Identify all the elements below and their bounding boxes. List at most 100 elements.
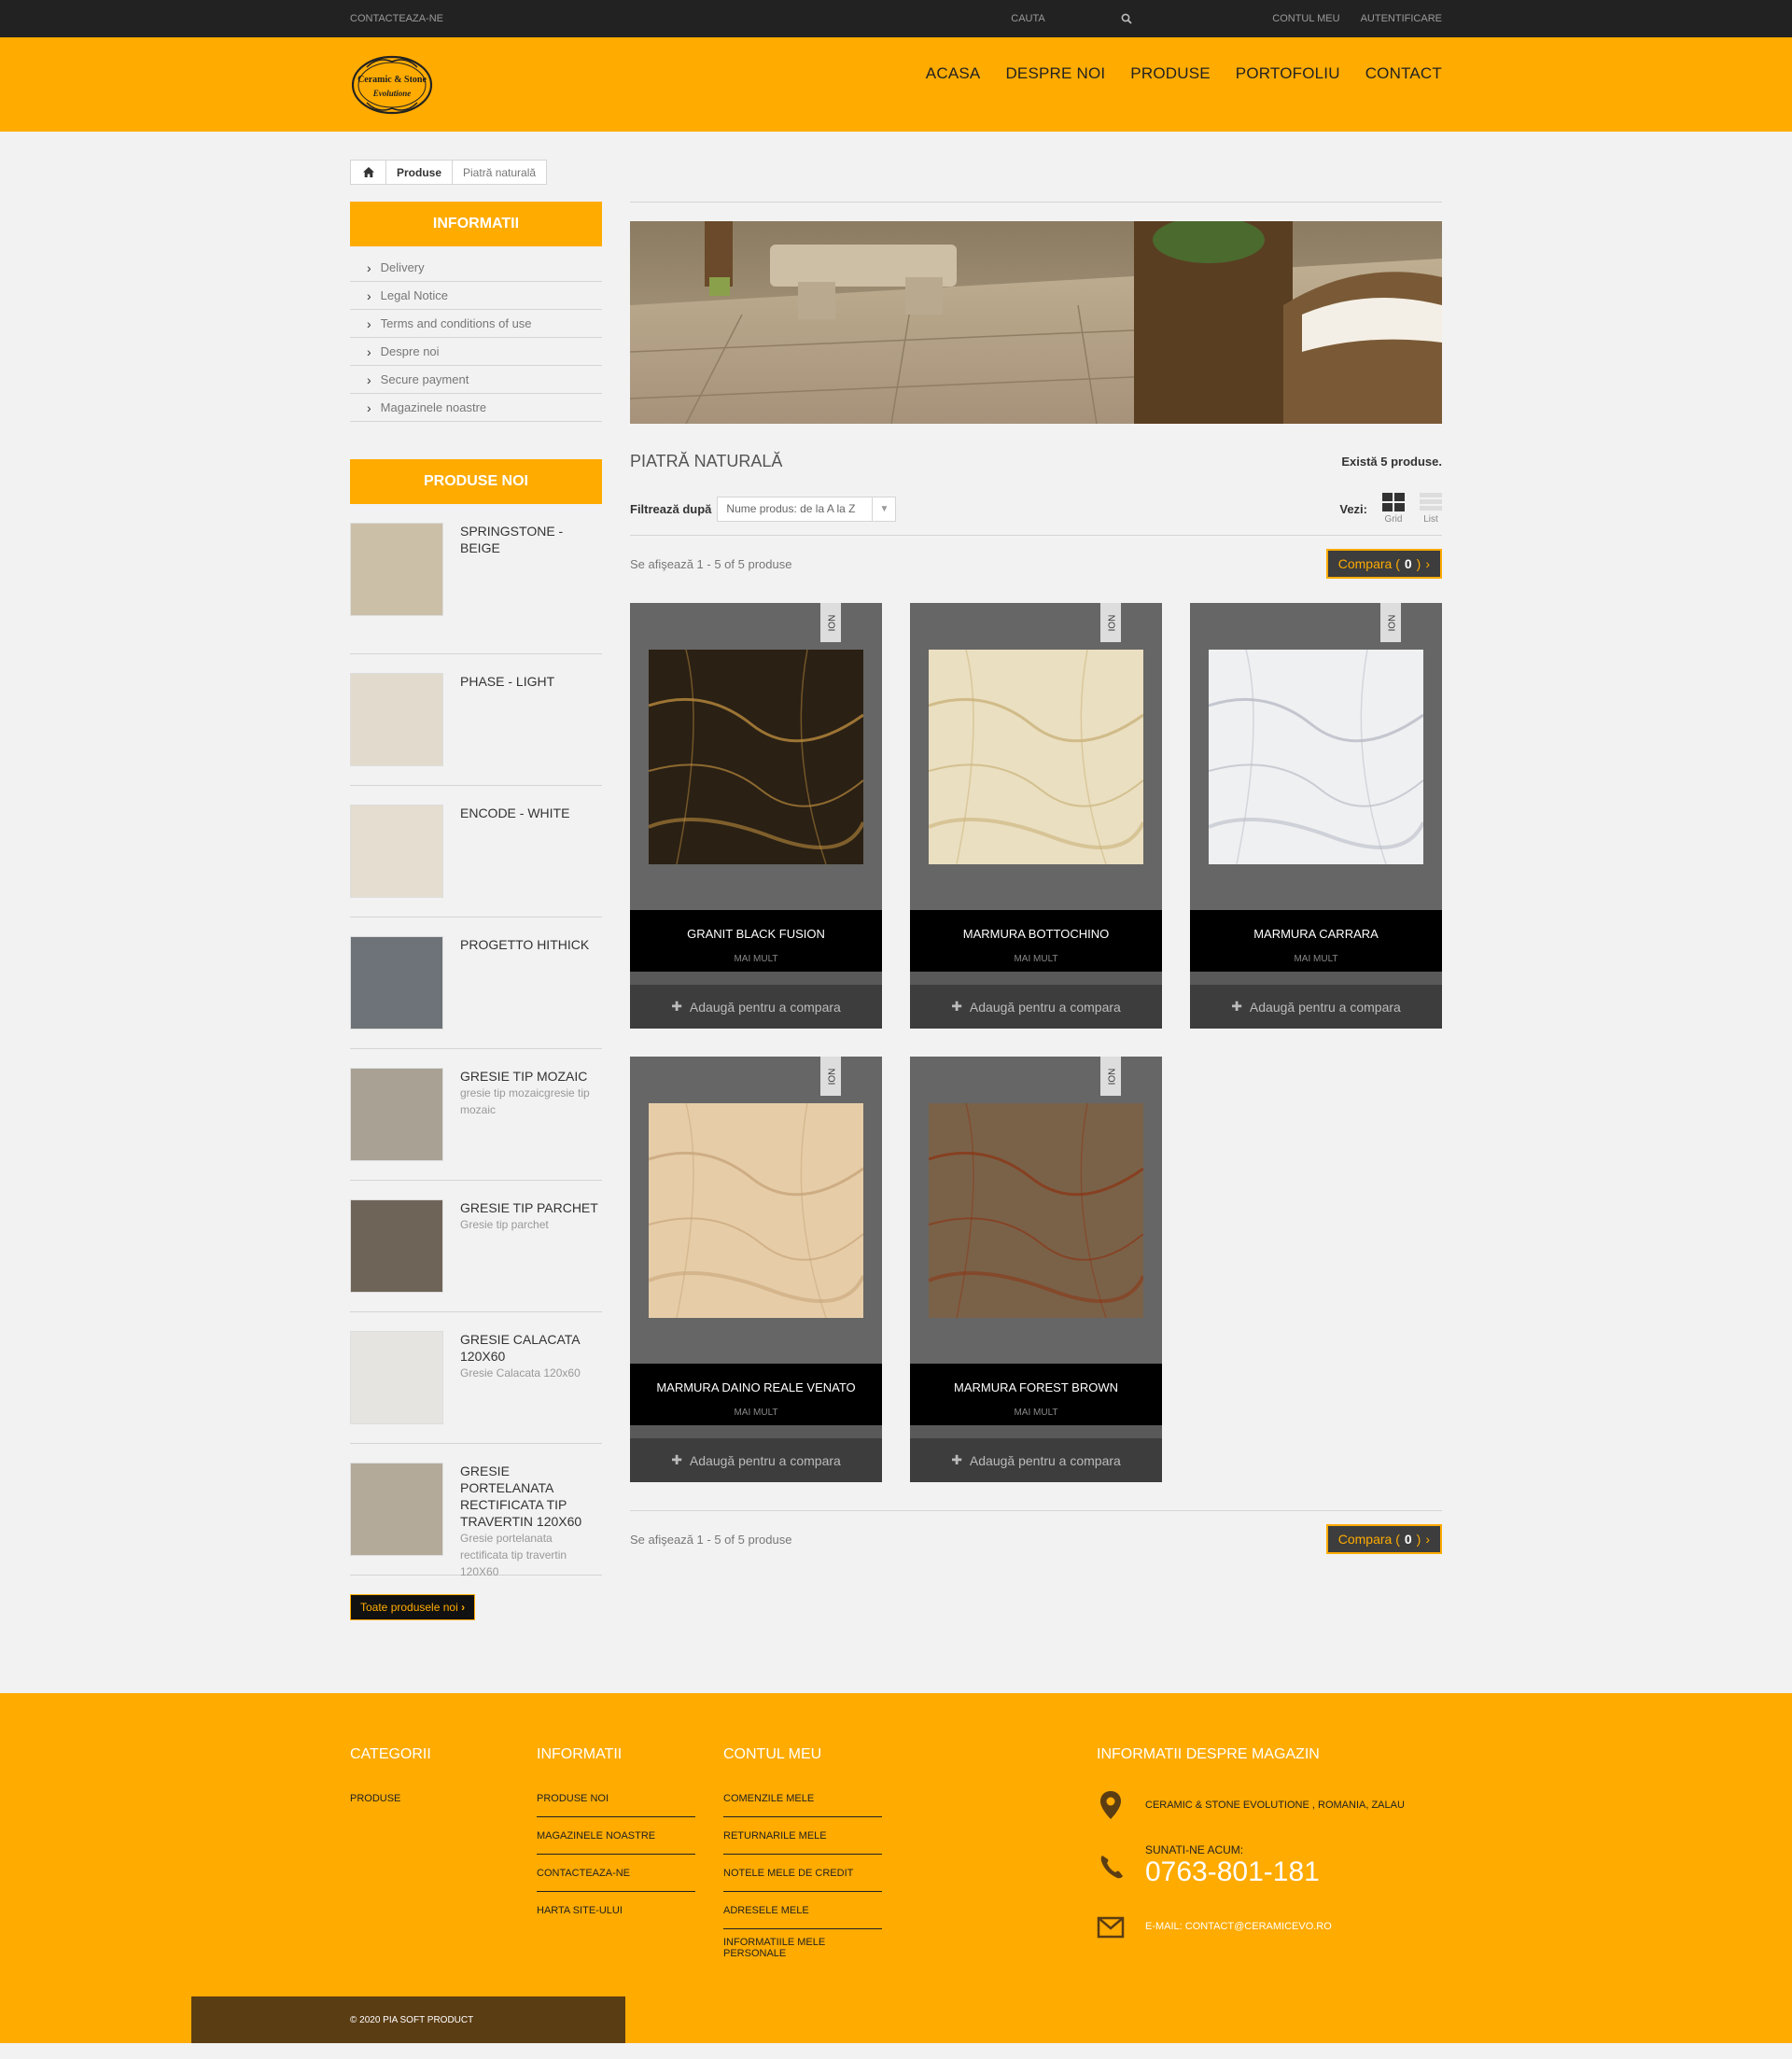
footer-link[interactable]: COMENZILE MELE bbox=[723, 1780, 882, 1817]
more-link[interactable]: MAI MULT bbox=[630, 1408, 882, 1418]
footer-store-title: INFORMATII DESPRE MAGAZIN bbox=[1097, 1746, 1320, 1762]
product-name[interactable]: GRANIT BLACK FUSION bbox=[630, 910, 882, 941]
new-product-item[interactable]: GRESIE PORTELANATA RECTIFICATA TIP TRAVE… bbox=[350, 1444, 602, 1578]
product-image[interactable] bbox=[649, 1103, 863, 1318]
new-product-name[interactable]: PROGETTO HITHICK bbox=[460, 936, 589, 953]
breadcrumb: Produse Piatră naturală bbox=[350, 160, 548, 185]
footer-link[interactable]: RETURNARILE MELE bbox=[723, 1817, 882, 1855]
product-card: NOI GRANIT BLACK FUSION MAI MULT ✚ Adaugă pe… bbox=[630, 603, 882, 1029]
footer-link[interactable]: HARTA SITE-ULUI bbox=[537, 1892, 695, 1929]
chevron-down-icon[interactable]: ▼ bbox=[872, 497, 895, 521]
new-product-item[interactable]: ENCODE - WHITE bbox=[350, 786, 602, 917]
new-product-name[interactable]: GRESIE TIP PARCHET bbox=[460, 1199, 598, 1216]
info-item[interactable]: Secure payment bbox=[350, 366, 602, 394]
view-grid-button[interactable]: Grid bbox=[1382, 493, 1405, 525]
footer-link[interactable]: CONTACTEAZA-NE bbox=[537, 1855, 695, 1892]
add-to-compare-button[interactable]: ✚ Adaugă pentru a compara bbox=[910, 1438, 1162, 1482]
page-title: PIATRĂ NATURALĂ bbox=[630, 452, 783, 470]
new-product-item[interactable]: PHASE - LIGHT bbox=[350, 654, 602, 786]
plus-icon: ✚ bbox=[951, 999, 962, 1014]
compare-button[interactable]: Compara (0) › bbox=[1325, 549, 1442, 579]
nav-despre-noi[interactable]: DESPRE NOI bbox=[1005, 64, 1105, 83]
nav-contact[interactable]: CONTACT bbox=[1365, 64, 1442, 83]
view-list-button[interactable]: List bbox=[1420, 493, 1442, 525]
top-contact-link[interactable]: CONTACTEAZA-NE bbox=[350, 13, 1011, 24]
new-product-name[interactable]: GRESIE PORTELANATA RECTIFICATA TIP TRAVE… bbox=[460, 1463, 602, 1530]
search-box[interactable]: CAUTA bbox=[1011, 13, 1132, 24]
more-link[interactable]: MAI MULT bbox=[630, 954, 882, 964]
info-item[interactable]: Terms and conditions of use bbox=[350, 310, 602, 338]
footer-link[interactable]: ADRESELE MELE bbox=[723, 1892, 882, 1929]
new-product-thumbnail[interactable] bbox=[350, 1463, 443, 1556]
footer-link[interactable]: PRODUSE NOI bbox=[537, 1780, 695, 1817]
search-input[interactable]: CAUTA bbox=[1011, 13, 1044, 24]
product-card: NOI MARMURA FOREST BROWN MAI MULT ✚ Adaugă p… bbox=[910, 1057, 1162, 1482]
product-card: NOI MARMURA CARRARA MAI MULT ✚ Adaugă pentru… bbox=[1190, 603, 1442, 1029]
new-product-thumbnail[interactable] bbox=[350, 1068, 443, 1161]
info-item[interactable]: Legal Notice bbox=[350, 282, 602, 310]
new-product-thumbnail[interactable] bbox=[350, 673, 443, 766]
product-image[interactable] bbox=[929, 1103, 1143, 1318]
new-product-name[interactable]: PHASE - LIGHT bbox=[460, 673, 554, 690]
info-item[interactable]: Despre noi bbox=[350, 338, 602, 366]
new-product-item[interactable]: PROGETTO HITHICK bbox=[350, 917, 602, 1049]
banner-image bbox=[630, 221, 1442, 424]
product-name[interactable]: MARMURA CARRARA bbox=[1190, 910, 1442, 941]
add-to-compare-button[interactable]: ✚ Adaugă pentru a compara bbox=[910, 985, 1162, 1029]
product-name[interactable]: MARMURA FOREST BROWN bbox=[910, 1364, 1162, 1394]
add-to-compare-button[interactable]: ✚ Adaugă pentru a compara bbox=[630, 985, 882, 1029]
new-product-thumbnail[interactable] bbox=[350, 523, 443, 616]
login-link[interactable]: AUTENTIFICARE bbox=[1361, 13, 1442, 24]
call-label: SUNATI-NE ACUM: bbox=[1145, 1843, 1244, 1856]
showing-text: Se afişează 1 - 5 of 5 produse bbox=[630, 1532, 792, 1547]
compare-button[interactable]: Compara (0) › bbox=[1325, 1524, 1442, 1554]
add-to-compare-button[interactable]: ✚ Adaugă pentru a compara bbox=[1190, 985, 1442, 1029]
footer-link[interactable]: INFORMATIILE MELE PERSONALE bbox=[723, 1929, 882, 1967]
add-to-compare-label: Adaugă pentru a compara bbox=[969, 999, 1121, 1015]
info-item[interactable]: Delivery bbox=[350, 254, 602, 282]
footer-link[interactable]: PRODUSE bbox=[350, 1780, 509, 1817]
more-link[interactable]: MAI MULT bbox=[1190, 954, 1442, 964]
new-product-desc: gresie tip mozaicgresie tip mozaic bbox=[460, 1086, 590, 1116]
nav-acasa[interactable]: ACASA bbox=[926, 64, 981, 83]
store-phone[interactable]: 0763-801-181 bbox=[1145, 1856, 1320, 1888]
footer-link[interactable]: NOTELE MELE DE CREDIT bbox=[723, 1855, 882, 1892]
new-product-thumbnail[interactable] bbox=[350, 1199, 443, 1293]
add-to-compare-button[interactable]: ✚ Adaugă pentru a compara bbox=[630, 1438, 882, 1482]
nav-portofoliu[interactable]: PORTOFOLIU bbox=[1236, 64, 1340, 83]
site-logo[interactable]: Ceramic & Stone Evolutione bbox=[350, 52, 434, 118]
sort-select[interactable]: Nume produs: de la A la Z ▼ bbox=[717, 496, 897, 522]
new-product-name[interactable]: ENCODE - WHITE bbox=[460, 805, 569, 821]
footer-link[interactable]: MAGAZINELE NOASTRE bbox=[537, 1817, 695, 1855]
breadcrumb-home[interactable] bbox=[351, 161, 386, 184]
sort-select-value: Nume produs: de la A la Z bbox=[726, 502, 856, 515]
new-product-name[interactable]: SPRINGSTONE - BEIGE bbox=[460, 523, 602, 556]
map-pin-icon bbox=[1100, 1791, 1121, 1819]
compare-close: ) bbox=[1416, 1532, 1421, 1547]
new-product-item[interactable]: GRESIE TIP PARCHET Gresie tip parchet bbox=[350, 1181, 602, 1312]
new-product-thumbnail[interactable] bbox=[350, 936, 443, 1030]
new-product-item[interactable]: SPRINGSTONE - BEIGE bbox=[350, 523, 602, 654]
main-nav: ACASA DESPRE NOI PRODUSE PORTOFOLIU CONT… bbox=[926, 64, 1442, 83]
plus-icon: ✚ bbox=[671, 999, 682, 1014]
info-item[interactable]: Magazinele noastre bbox=[350, 394, 602, 422]
new-product-thumbnail[interactable] bbox=[350, 1331, 443, 1424]
new-product-item[interactable]: GRESIE TIP MOZAIC gresie tip mozaicgresie… bbox=[350, 1049, 602, 1181]
new-product-item[interactable]: GRESIE CALACATA 120X60 Gresie Calacata 12… bbox=[350, 1312, 602, 1444]
product-image[interactable] bbox=[649, 650, 863, 864]
product-image[interactable] bbox=[929, 650, 1143, 864]
product-name[interactable]: MARMURA BOTTOCHINO bbox=[910, 910, 1162, 941]
new-product-name[interactable]: GRESIE CALACATA 120X60 bbox=[460, 1331, 602, 1365]
breadcrumb-produse[interactable]: Produse bbox=[386, 161, 454, 184]
all-new-products-button[interactable]: Toate produsele noi › bbox=[350, 1594, 476, 1620]
store-email[interactable]: E-MAIL: CONTACT@CERAMICEVO.RO bbox=[1145, 1921, 1332, 1932]
nav-produse[interactable]: PRODUSE bbox=[1130, 64, 1210, 83]
search-icon[interactable] bbox=[1121, 13, 1132, 24]
product-image[interactable] bbox=[1209, 650, 1423, 864]
more-link[interactable]: MAI MULT bbox=[910, 1408, 1162, 1418]
new-product-name[interactable]: GRESIE TIP MOZAIC bbox=[460, 1068, 602, 1085]
more-link[interactable]: MAI MULT bbox=[910, 954, 1162, 964]
product-name[interactable]: MARMURA DAINO REALE VENATO bbox=[630, 1364, 882, 1394]
my-account-link[interactable]: CONTUL MEU bbox=[1272, 13, 1339, 24]
new-product-thumbnail[interactable] bbox=[350, 805, 443, 898]
